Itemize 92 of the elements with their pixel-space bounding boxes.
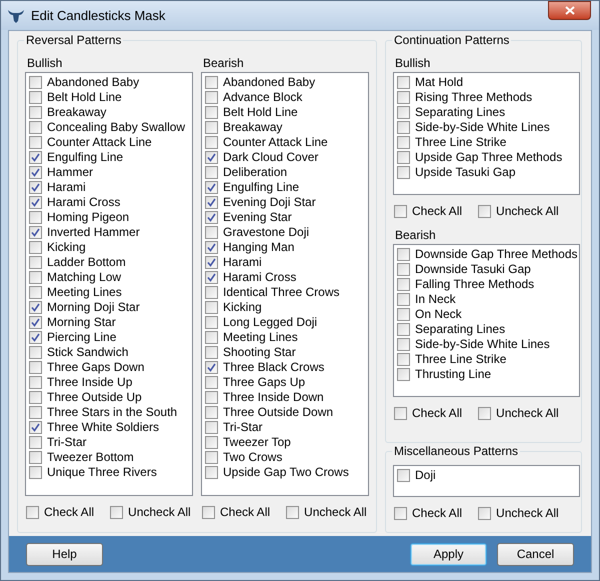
pattern-label: Thrusting Line (415, 367, 492, 382)
pattern-label: Evening Doji Star (223, 195, 316, 210)
pattern-label: Unique Three Rivers (47, 465, 157, 480)
pattern-label: Meeting Lines (223, 330, 298, 345)
pattern-label: Kicking (47, 240, 86, 255)
pattern-label: On Neck (415, 307, 462, 322)
dialog-button[interactable]: Apply (410, 542, 487, 566)
pattern-label: Three Stars in the South (47, 405, 178, 420)
pattern-label: Harami Cross (47, 195, 120, 210)
pattern-label: Tweezer Top (223, 435, 291, 450)
pattern-label: Side-by-Side White Lines (415, 120, 550, 135)
pattern-label: Homing Pigeon (47, 210, 130, 225)
pattern-label: Meeting Lines (47, 285, 122, 300)
list-heading: Bearish (394, 227, 437, 244)
pattern-label: Three Inside Up (47, 375, 132, 390)
pattern-label: Matching Low (47, 270, 122, 285)
pattern-label: Engulfing Line (223, 180, 300, 195)
pattern-label: Ladder Bottom (47, 255, 126, 270)
pattern-label: Harami (223, 255, 262, 270)
pattern-label: Morning Star (47, 315, 116, 330)
pattern-label: Inverted Hammer (47, 225, 140, 240)
list-heading: Bullish (394, 55, 432, 72)
pattern-label: Three Line Strike (415, 135, 506, 150)
pattern-label: Long Legged Doji (223, 315, 318, 330)
pattern-label: Downside Tasuki Gap (415, 262, 531, 277)
check-all-label: Check All (44, 504, 94, 521)
pattern-label: Identical Three Crows (223, 285, 340, 300)
check-all-label: Check All (220, 504, 270, 521)
pattern-label: Concealing Baby Swallow (47, 120, 186, 135)
pattern-label: Abandoned Baby (47, 75, 140, 90)
check-all-label: Uncheck All (496, 505, 559, 522)
pattern-label: Mat Hold (415, 75, 464, 90)
pattern-label: Tweezer Bottom (47, 450, 134, 465)
pattern-label: Abandoned Baby (223, 75, 316, 90)
pattern-label: Three Outside Up (47, 390, 142, 405)
pattern-label: Stick Sandwich (47, 345, 128, 360)
pattern-label: Three Outside Down (223, 405, 334, 420)
pattern-label: Tri-Star (223, 420, 263, 435)
pattern-label: Upside Gap Three Methods (415, 150, 562, 165)
pattern-label: Upside Gap Two Crows (223, 465, 349, 480)
check-all-label: Check All (412, 203, 462, 220)
pattern-label: In Neck (415, 292, 456, 307)
pattern-label: Rising Three Methods (415, 90, 532, 105)
pattern-label: Three Inside Down (223, 390, 324, 405)
check-all-label: Check All (412, 505, 462, 522)
pattern-label: Tri-Star (47, 435, 87, 450)
pattern-label: Upside Tasuki Gap (415, 165, 516, 180)
pattern-label: Belt Hold Line (47, 90, 122, 105)
pattern-label: Three Line Strike (415, 352, 506, 367)
check-all-label: Uncheck All (128, 504, 191, 521)
pattern-label: Evening Star (223, 210, 292, 225)
check-all-label: Uncheck All (304, 504, 367, 521)
pattern-label: Counter Attack Line (47, 135, 152, 150)
pattern-label: Hanging Man (223, 240, 294, 255)
check-all-label: Check All (412, 405, 462, 422)
pattern-list[interactable]: Mat Hold Rising Three Methods Separating Lines Side-by-Side White Lines Three Line Strike Upside Gap Three Methods Upside Tasuki Gap (393, 72, 580, 195)
pattern-label: Doji (415, 468, 436, 483)
pattern-label: Separating Lines (415, 322, 506, 337)
pattern-list[interactable]: Downside Gap Three Methods Downside Tasuki Gap Falling Three Methods In Neck On Neck Separating Lines Side-by-Side White Lines Three Line Strike Thrusting Line (393, 244, 580, 397)
pattern-label: Dark Cloud Cover (223, 150, 318, 165)
pattern-label: Morning Doji Star (47, 300, 140, 315)
pattern-label: Counter Attack Line (223, 135, 328, 150)
pattern-label: Deliberation (223, 165, 288, 180)
pattern-label: Belt Hold Line (223, 105, 298, 120)
pattern-label: Engulfing Line (47, 150, 124, 165)
dialog-button[interactable]: Help (26, 542, 103, 566)
pattern-label: Falling Three Methods (415, 277, 534, 292)
pattern-label: Breakaway (47, 105, 106, 120)
pattern-label: Three Gaps Down (47, 360, 144, 375)
check-all-label: Uncheck All (496, 203, 559, 220)
pattern-label: Kicking (223, 300, 262, 315)
pattern-label: Three Gaps Up (223, 375, 306, 390)
pattern-label: Three White Soldiers (47, 420, 160, 435)
list-heading: Bullish (26, 55, 64, 72)
pattern-label: Gravestone Doji (223, 225, 310, 240)
pattern-label: Three Black Crows (223, 360, 324, 375)
dialog-button[interactable]: Cancel (497, 542, 574, 566)
pattern-label: Downside Gap Three Methods (415, 247, 578, 262)
pattern-label: Hammer (47, 165, 94, 180)
list-heading: Bearish (202, 55, 245, 72)
pattern-label: Two Crows (223, 450, 282, 465)
pattern-list[interactable]: Doji (393, 465, 580, 497)
check-all-label: Uncheck All (496, 405, 559, 422)
pattern-label: Piercing Line (47, 330, 116, 345)
pattern-label: Side-by-Side White Lines (415, 337, 550, 352)
pattern-label: Harami Cross (223, 270, 296, 285)
pattern-label: Advance Block (223, 90, 302, 105)
pattern-label: Shooting Star (223, 345, 296, 360)
pattern-label: Harami (47, 180, 86, 195)
window-title: Edit Candlesticks Mask (31, 6, 166, 25)
pattern-label: Breakaway (223, 120, 282, 135)
pattern-label: Separating Lines (415, 105, 506, 120)
